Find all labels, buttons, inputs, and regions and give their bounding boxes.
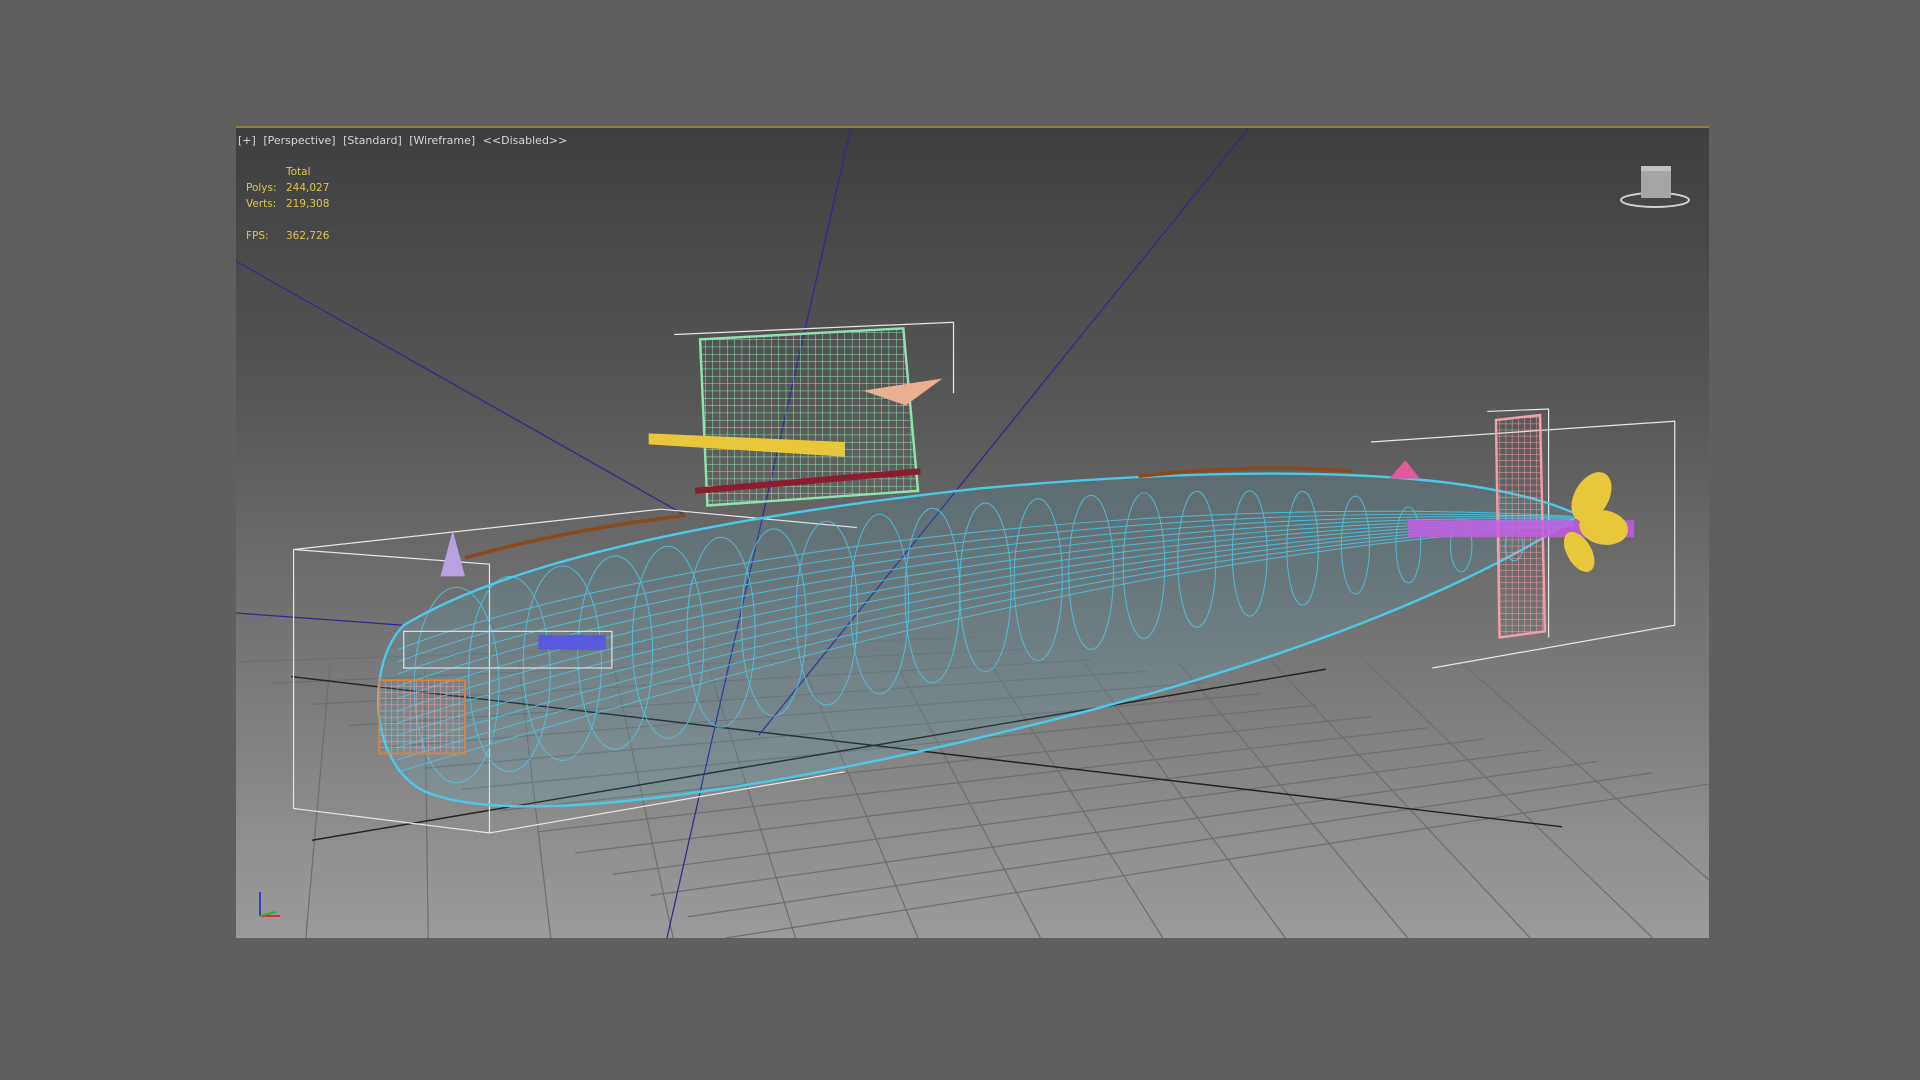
polys-label: Polys: — [246, 182, 277, 194]
torpedo-tube — [538, 635, 606, 650]
fps-label: FPS: — [246, 230, 269, 242]
blue-axis-line — [236, 260, 686, 516]
sonar-array — [378, 679, 466, 755]
viewport-status[interactable]: <<Disabled>> — [483, 134, 568, 147]
polys-value: 244,027 — [286, 182, 330, 194]
viewport-general-menu[interactable]: [+] — [238, 134, 256, 147]
stern-fitting — [1389, 460, 1421, 479]
axis-tripod-icon — [259, 892, 280, 917]
statistics-overlay: Total Polys: 244,027 Verts: 219,308 FPS: 36… — [246, 164, 329, 244]
viewcube-icon[interactable] — [1617, 164, 1693, 210]
verts-label: Verts: — [246, 198, 277, 210]
bow-fin — [440, 529, 465, 577]
viewport-label-menu[interactable]: [+] [Perspective] [Standard] [Wireframe]… — [238, 134, 571, 147]
viewport-shading-menu[interactable]: [Standard] — [343, 134, 402, 147]
viewport-pov-menu[interactable]: [Perspective] — [263, 134, 335, 147]
grid-line — [1271, 661, 1531, 938]
blue-axis-line — [236, 612, 404, 626]
grid-line — [725, 783, 1709, 938]
scene-wireframe[interactable] — [236, 128, 1709, 938]
verts-value: 219,308 — [286, 198, 330, 210]
perspective-viewport[interactable]: [+] [Perspective] [Standard] [Wireframe]… — [236, 126, 1709, 938]
stats-header: Total — [286, 166, 311, 178]
viewport-display-mode-menu[interactable]: [Wireframe] — [409, 134, 475, 147]
fps-value: 362,726 — [286, 230, 330, 242]
grid-line — [1460, 661, 1709, 881]
grid-line — [1177, 661, 1409, 938]
